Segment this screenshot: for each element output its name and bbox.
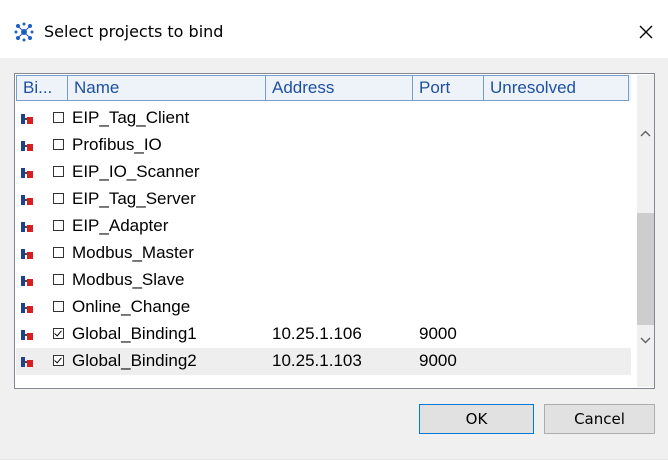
list-item[interactable]: Online_Change <box>16 294 631 321</box>
column-header-unresolved[interactable]: Unresolved <box>484 75 629 101</box>
dialog-title: Select projects to bind <box>44 22 224 41</box>
row-checkbox[interactable] <box>53 301 64 312</box>
list-item[interactable]: Modbus_Master <box>16 240 631 267</box>
row-address: 10.25.1.106 <box>272 324 362 343</box>
list-item[interactable]: Global_Binding2 10.25.1.103 9000 <box>16 348 631 375</box>
list-rows: EIP_Tag_Client Profibus_IO EIP_IO_Scanne… <box>16 105 631 375</box>
column-header-address[interactable]: Address <box>266 75 413 101</box>
projects-list[interactable]: Bi... Name Address Port Unresolved EIP_T… <box>14 73 655 389</box>
row-address: 10.25.1.103 <box>272 351 362 370</box>
row-name: EIP_Tag_Client <box>72 108 190 127</box>
column-header-binding[interactable]: Bi... <box>16 75 68 101</box>
project-binding-icon <box>21 276 33 286</box>
project-binding-icon <box>21 168 33 178</box>
project-binding-icon <box>21 222 33 232</box>
row-port: 9000 <box>419 324 457 343</box>
row-name: Global_Binding2 <box>72 351 197 370</box>
project-binding-icon <box>21 357 33 367</box>
list-item[interactable]: EIP_Tag_Client <box>16 105 631 132</box>
row-name: EIP_Tag_Server <box>72 189 196 208</box>
list-item[interactable]: EIP_Tag_Server <box>16 186 631 213</box>
close-icon[interactable] <box>634 20 658 44</box>
list-item[interactable]: EIP_Adapter <box>16 213 631 240</box>
row-name: EIP_IO_Scanner <box>72 162 200 181</box>
row-checkbox[interactable] <box>53 139 64 150</box>
row-port: 9000 <box>419 351 457 370</box>
list-item[interactable]: Modbus_Slave <box>16 267 631 294</box>
row-name: Profibus_IO <box>72 135 162 154</box>
list-header: Bi... Name Address Port Unresolved <box>16 75 631 101</box>
project-binding-icon <box>21 330 33 340</box>
row-checkbox[interactable] <box>53 112 64 123</box>
project-binding-icon <box>21 141 33 151</box>
project-binding-icon <box>21 303 33 313</box>
row-checkbox[interactable] <box>53 220 64 231</box>
project-binding-icon <box>21 195 33 205</box>
row-name: Modbus_Master <box>72 243 194 262</box>
row-checkbox[interactable] <box>53 193 64 204</box>
row-name: Global_Binding1 <box>72 324 197 343</box>
vertical-scrollbar[interactable] <box>637 75 654 387</box>
row-checkbox[interactable] <box>53 355 64 366</box>
network-binding-icon <box>14 22 34 42</box>
column-header-name[interactable]: Name <box>68 75 266 101</box>
project-binding-icon <box>21 114 33 124</box>
scroll-thumb[interactable] <box>637 213 654 325</box>
scroll-down-arrow-icon[interactable] <box>637 332 654 349</box>
scroll-up-arrow-icon[interactable] <box>637 125 654 142</box>
column-header-port[interactable]: Port <box>413 75 484 101</box>
row-checkbox[interactable] <box>53 247 64 258</box>
dialog-body: Bi... Name Address Port Unresolved EIP_T… <box>0 58 668 460</box>
row-checkbox[interactable] <box>53 166 64 177</box>
cancel-button[interactable]: Cancel <box>544 404 655 434</box>
project-binding-icon <box>21 249 33 259</box>
row-name: Modbus_Slave <box>72 270 185 289</box>
list-item[interactable]: Profibus_IO <box>16 132 631 159</box>
row-name: Online_Change <box>72 297 191 316</box>
list-item[interactable]: Global_Binding1 10.25.1.106 9000 <box>16 321 631 348</box>
title-bar: Select projects to bind <box>0 0 668 58</box>
row-checkbox[interactable] <box>53 328 64 339</box>
ok-button[interactable]: OK <box>419 404 534 434</box>
list-item[interactable]: EIP_IO_Scanner <box>16 159 631 186</box>
row-name: EIP_Adapter <box>72 216 169 235</box>
row-checkbox[interactable] <box>53 274 64 285</box>
